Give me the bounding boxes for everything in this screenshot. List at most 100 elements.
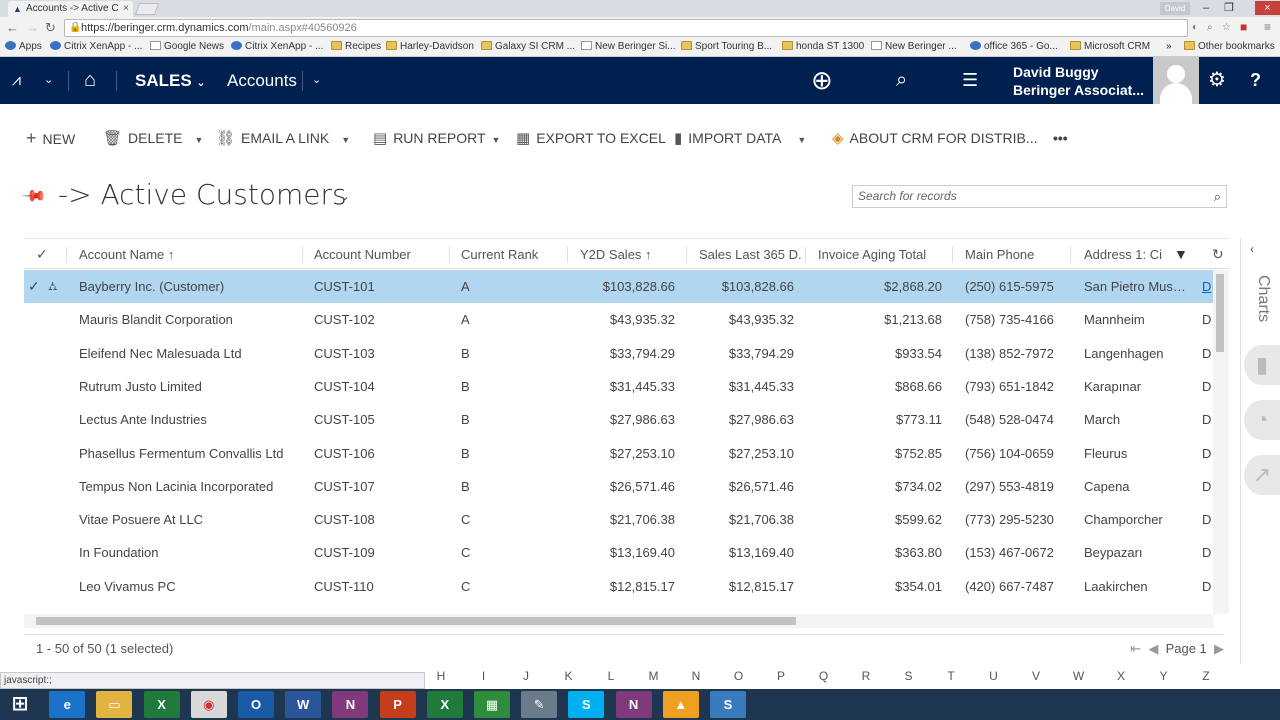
ie-icon[interactable]: e [49, 691, 86, 718]
alphabet-letter[interactable]: R [856, 669, 876, 683]
calculator-icon[interactable]: ▦ [474, 691, 510, 718]
scroll-thumb[interactable] [1216, 274, 1224, 352]
view-selector-icon[interactable]: ⌄ [340, 189, 350, 203]
chevron-down-icon[interactable]: ⌄ [44, 57, 53, 104]
shield-icon[interactable]: ◐ [1192, 22, 1198, 33]
new-button[interactable]: + NEW [26, 129, 75, 148]
table-cell[interactable]: Bayberry Inc. (Customer) [79, 270, 289, 303]
home-icon[interactable]: ⌂ [84, 57, 96, 104]
table-cell[interactable]: Mauris Blandit Corporation [79, 303, 289, 336]
explorer-icon[interactable]: ▭ [96, 691, 133, 718]
column-header[interactable]: Account Number [314, 239, 411, 270]
alphabet-letter[interactable]: P [771, 669, 791, 683]
chevron-down-icon[interactable]: ⌄ [312, 57, 321, 104]
alphabet-letter[interactable]: S [899, 669, 919, 683]
advanced-find-icon[interactable]: ☰ [962, 57, 978, 104]
table-row[interactable]: Vitae Posuere At LLC CUST-108 C $21,706.38 $… [24, 503, 1214, 536]
alphabet-letter[interactable]: V [1026, 669, 1046, 683]
alphabet-letter[interactable]: O [729, 669, 749, 683]
alphabet-letter[interactable]: J [516, 669, 536, 683]
table-row[interactable]: Phasellus Fermentum Convallis Ltd CUST-10… [24, 437, 1214, 470]
alphabet-letter[interactable]: M [644, 669, 664, 683]
pie-chart-icon[interactable]: ◔ [1244, 400, 1280, 440]
word-icon[interactable]: W [285, 691, 322, 718]
zoom-icon[interactable]: ⌕ [1207, 22, 1213, 33]
bookmark-apps[interactable]: Apps [5, 40, 42, 54]
alphabet-letter[interactable]: H [431, 669, 451, 683]
forward-icon[interactable]: → [26, 21, 39, 35]
alphabet-letter[interactable]: W [1069, 669, 1089, 683]
alphabet-letter[interactable]: Q [814, 669, 834, 683]
bookmark[interactable]: office 365 - Go... [970, 40, 1058, 54]
reload-icon[interactable]: ↻ [45, 21, 56, 35]
excel-green-icon[interactable]: X [143, 691, 180, 718]
table-cell[interactable]: Lectus Ante Industries [79, 403, 289, 436]
table-row[interactable]: Rutrum Justo Limited CUST-104 B $31,445.33 $… [24, 370, 1214, 403]
table-cell[interactable]: In Foundation [79, 536, 289, 569]
alphabet-letter[interactable]: X [1111, 669, 1131, 683]
snagit-icon[interactable]: S [710, 691, 746, 718]
onenote-icon[interactable]: N [332, 691, 369, 718]
column-header[interactable]: Sales Last 365 D... [699, 239, 802, 270]
export-excel-button[interactable]: ▦ EXPORT TO EXCEL [516, 129, 666, 148]
import-data-button[interactable]: ▮ IMPORT DATA ▼ [674, 129, 806, 149]
other-bookmarks[interactable]: Other bookmarks [1184, 40, 1275, 54]
start-icon[interactable]: ⊞ [2, 691, 38, 718]
table-cell[interactable]: Eleifend Nec Malesuada Ltd [79, 337, 289, 370]
email-link-button[interactable]: ⛓ EMAIL A LINK ▼ [216, 129, 350, 149]
pin-icon[interactable]: 📌 [20, 182, 48, 210]
vertical-scrollbar[interactable] [1213, 270, 1229, 614]
bar-chart-icon[interactable]: ▮ [1244, 345, 1280, 385]
column-header[interactable]: Account Name ↑ [79, 239, 174, 270]
refresh-icon[interactable]: ↻ [1212, 239, 1224, 270]
bookmark[interactable]: Harley-Davidson [386, 40, 474, 54]
collapse-arrow-icon[interactable]: ‹ [1250, 242, 1254, 256]
dropdown-arrow-icon[interactable]: ▼ [195, 135, 204, 145]
first-page-icon[interactable]: ⇤ [1130, 641, 1141, 656]
close-tab-icon[interactable]: × [123, 1, 129, 17]
new-tab-button[interactable] [134, 3, 160, 15]
gear-icon[interactable]: ⚙ [1208, 57, 1226, 104]
run-report-button[interactable]: ▤ RUN REPORT ▼ [373, 129, 500, 149]
dropdown-arrow-icon[interactable]: ▼ [341, 135, 350, 145]
table-cell[interactable]: Tempus Non Lacinia Incorporated [79, 470, 289, 503]
search-icon[interactable]: ⌕ [1214, 186, 1221, 207]
table-cell[interactable]: Vitae Posuere At LLC [79, 503, 289, 536]
table-cell[interactable]: Rutrum Justo Limited [79, 370, 289, 403]
star-icon[interactable]: ☆ [1222, 22, 1231, 33]
previous-page-icon[interactable]: ◀ [1148, 641, 1158, 656]
excel-icon[interactable]: X [426, 691, 463, 718]
table-row[interactable]: ✓ ⛼ Bayberry Inc. (Customer) CUST-101 A $103,… [24, 270, 1214, 303]
bookmark[interactable]: New Beringer Si... [581, 40, 676, 54]
column-header[interactable]: Current Rank [461, 239, 538, 270]
skype-icon[interactable]: S [568, 691, 605, 718]
search-input[interactable]: Search for records ⌕ [852, 185, 1227, 208]
bookmark[interactable]: Sport Touring B... [681, 40, 772, 54]
bookmark[interactable]: honda ST 1300 [782, 40, 864, 54]
bookmark[interactable]: Galaxy SI CRM ... [481, 40, 575, 54]
row-checkbox-icon[interactable]: ✓ [28, 270, 40, 303]
dropdown-arrow-icon[interactable]: ▼ [797, 135, 806, 145]
alphabet-letter[interactable]: K [559, 669, 579, 683]
dropdown-arrow-icon[interactable]: ▼ [492, 135, 501, 145]
table-row[interactable]: In Foundation CUST-109 C $13,169.40 $13,169.… [24, 536, 1214, 569]
select-all-checkbox[interactable]: ✓ [36, 239, 48, 270]
create-plus-icon[interactable]: ⊕ [811, 57, 833, 104]
table-row[interactable]: Mauris Blandit Corporation CUST-102 A $43,9… [24, 303, 1214, 336]
charts-pane-label[interactable]: Charts [1242, 275, 1272, 335]
about-crm-button[interactable]: ◈ ABOUT CRM FOR DISTRIB... [832, 129, 1038, 148]
vlc-icon[interactable]: ▲ [662, 691, 699, 718]
search-icon[interactable]: ⌕ [896, 57, 907, 104]
delete-button[interactable]: 🗑 DELETE ▼ [103, 129, 203, 149]
filter-icon[interactable]: ▼ [1174, 239, 1188, 270]
bookmark[interactable]: Microsoft CRM [1070, 40, 1150, 54]
more-commands-button[interactable]: ••• [1053, 129, 1068, 147]
help-icon[interactable]: ? [1250, 57, 1261, 104]
table-cell[interactable]: Leo Vivamus PC [79, 570, 289, 603]
table-row[interactable]: Eleifend Nec Malesuada Ltd CUST-103 B $33,7… [24, 337, 1214, 370]
alphabet-letter[interactable]: I [474, 669, 494, 683]
bookmark[interactable]: Citrix XenApp - ... [231, 40, 323, 54]
back-icon[interactable]: ← [6, 21, 19, 35]
table-cell[interactable]: Phasellus Fermentum Convallis Ltd [79, 437, 289, 470]
horizontal-scrollbar[interactable] [24, 614, 1214, 628]
